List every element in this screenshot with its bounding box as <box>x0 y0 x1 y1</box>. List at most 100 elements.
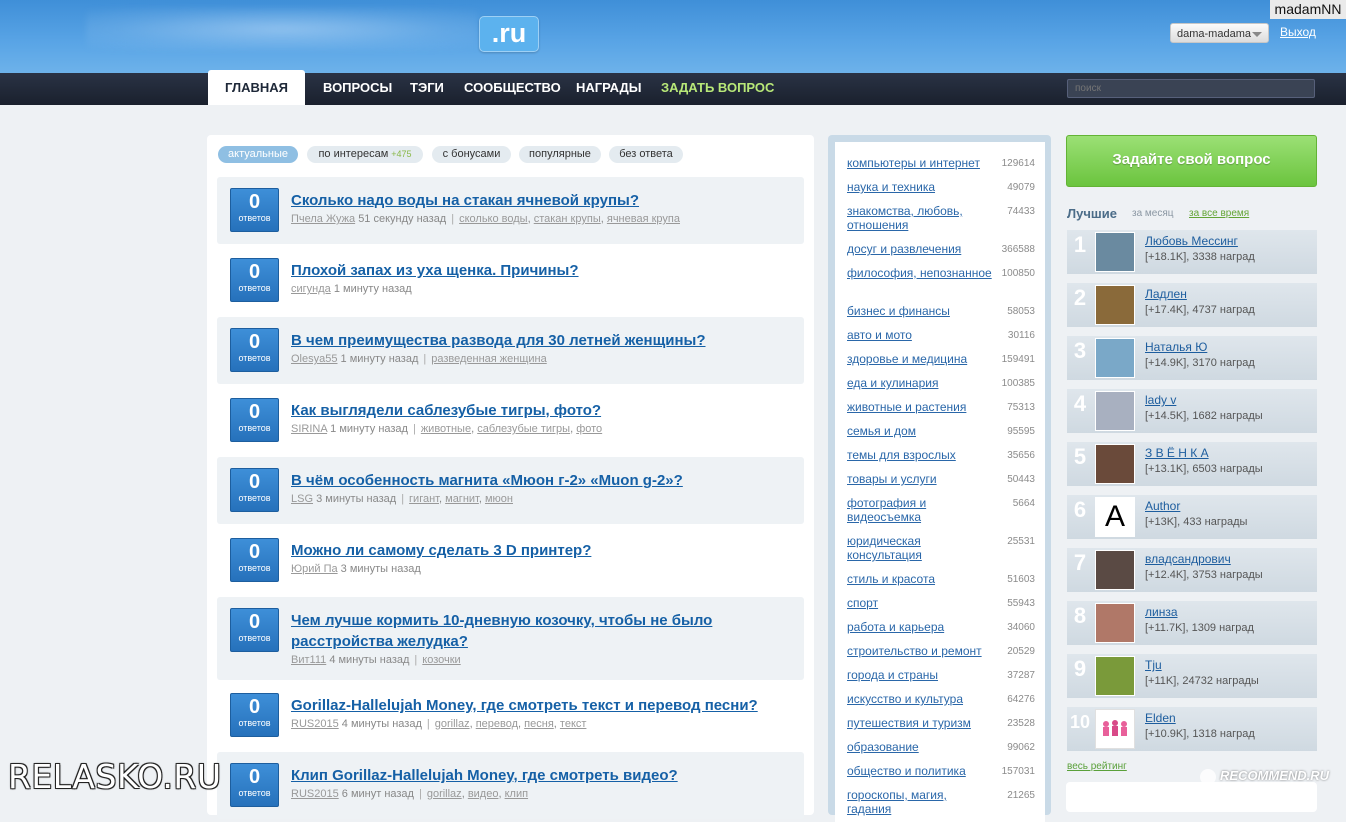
question-author-link[interactable]: Юрий Па <box>291 563 338 575</box>
question-author-link[interactable]: сигунда <box>291 283 331 295</box>
filter-tab-unanswered[interactable]: без ответа <box>609 146 683 163</box>
question-tag-link[interactable]: животные <box>421 423 471 435</box>
category-link[interactable]: бизнес и финансы <box>847 304 992 318</box>
category-link[interactable]: животные и растения <box>847 400 992 414</box>
leader-name-link[interactable]: Любовь Мессинг <box>1145 234 1238 248</box>
search-input[interactable] <box>1067 79 1315 98</box>
category-link[interactable]: работа и карьера <box>847 620 992 634</box>
question-title-link[interactable]: Клип Gorillaz-Hallelujah Money, где смот… <box>291 765 791 786</box>
question-author-link[interactable]: RUS2015 <box>291 718 339 730</box>
full-rating-link[interactable]: весь рейтинг <box>1067 761 1127 772</box>
leader-name-link[interactable]: lady v <box>1145 393 1176 407</box>
answer-count-box[interactable]: 0 ответов <box>230 468 279 512</box>
category-link[interactable]: наука и техника <box>847 180 992 194</box>
question-tag-link[interactable]: магнит <box>445 493 479 505</box>
category-link[interactable]: юридическая консультация <box>847 534 992 562</box>
question-tag-link[interactable]: песня <box>524 718 554 730</box>
avatar[interactable] <box>1095 232 1135 272</box>
question-tag-link[interactable]: клип <box>505 788 528 800</box>
question-tag-link[interactable]: ячневая крупа <box>607 213 680 225</box>
avatar[interactable] <box>1095 656 1135 696</box>
question-title-link[interactable]: В чём особенность магнита «Мюон г-2» «Mu… <box>291 470 791 491</box>
question-author-link[interactable]: SIRINA <box>291 423 327 435</box>
logout-link[interactable]: Выход <box>1280 25 1316 39</box>
avatar[interactable] <box>1095 285 1135 325</box>
answer-count-box[interactable]: 0 ответов <box>230 328 279 372</box>
avatar[interactable] <box>1095 338 1135 378</box>
question-tag-link[interactable]: гигант <box>409 493 439 505</box>
category-link[interactable]: путешествия и туризм <box>847 716 992 730</box>
answer-count-box[interactable]: 0 ответов <box>230 188 279 232</box>
leader-name-link[interactable]: владсандрович <box>1145 552 1231 566</box>
category-link[interactable]: досуг и развлечения <box>847 242 992 256</box>
category-link[interactable]: компьютеры и интернет <box>847 156 992 170</box>
category-link[interactable]: здоровье и медицина <box>847 352 992 366</box>
question-title-link[interactable]: Чем лучше кормить 10-дневную козочку, чт… <box>291 610 791 652</box>
question-tag-link[interactable]: видео <box>468 788 499 800</box>
leader-name-link[interactable]: Elden <box>1145 711 1176 725</box>
period-all-time-link[interactable]: за все время <box>1189 208 1249 219</box>
answer-count-box[interactable]: 0 ответов <box>230 693 279 737</box>
question-tag-link[interactable]: gorillaz <box>435 718 470 730</box>
user-menu-dropdown[interactable]: dama-madama <box>1170 23 1269 43</box>
leader-name-link[interactable]: Наталья Ю <box>1145 340 1207 354</box>
leader-name-link[interactable]: Ладлен <box>1145 287 1187 301</box>
question-title-link[interactable]: В чем преимущества развода для 30 летней… <box>291 330 791 351</box>
nav-tab-questions[interactable]: Вопросы <box>323 73 392 105</box>
question-tag-link[interactable]: gorillaz <box>427 788 462 800</box>
question-author-link[interactable]: RUS2015 <box>291 788 339 800</box>
category-link[interactable]: гороскопы, магия, гадания <box>847 788 992 816</box>
question-title-link[interactable]: Сколько надо воды на стакан ячневой круп… <box>291 190 791 211</box>
avatar[interactable] <box>1095 603 1135 643</box>
question-tag-link[interactable]: разведенная женщина <box>431 353 547 365</box>
answer-count-box[interactable]: 0 ответов <box>230 258 279 302</box>
category-link[interactable]: знакомства, любовь, отношения <box>847 204 992 232</box>
question-author-link[interactable]: Olesya55 <box>291 353 337 365</box>
question-title-link[interactable]: Gorillaz-Hallelujah Money, где смотреть … <box>291 695 791 716</box>
avatar[interactable] <box>1095 444 1135 484</box>
question-title-link[interactable]: Как выглядели саблезубые тигры, фото? <box>291 400 791 421</box>
question-title-link[interactable]: Плохой запах из уха щенка. Причины? <box>291 260 791 281</box>
filter-tab-actual[interactable]: актуальные <box>218 146 298 163</box>
category-link[interactable]: искусство и культура <box>847 692 992 706</box>
category-link[interactable]: строительство и ремонт <box>847 644 992 658</box>
question-tag-link[interactable]: фото <box>576 423 602 435</box>
logo-blurred[interactable] <box>86 8 478 50</box>
question-tag-link[interactable]: перевод <box>476 718 518 730</box>
filter-tab-popular[interactable]: популярные <box>519 146 601 163</box>
question-author-link[interactable]: Пчела Жужа <box>291 213 355 225</box>
leader-name-link[interactable]: З В Ё Н К А <box>1145 446 1209 460</box>
avatar[interactable] <box>1095 391 1135 431</box>
answer-count-box[interactable]: 0 ответов <box>230 608 279 652</box>
category-link[interactable]: философия, непознанное <box>847 266 992 280</box>
category-link[interactable]: авто и мото <box>847 328 992 342</box>
avatar[interactable] <box>1095 550 1135 590</box>
question-title-link[interactable]: Можно ли самому сделать 3 D принтер? <box>291 540 791 561</box>
nav-tab-community[interactable]: Сообщество <box>464 73 561 105</box>
filter-tab-interests[interactable]: по интересам +475 <box>307 146 423 163</box>
question-tag-link[interactable]: козочки <box>422 654 460 666</box>
answer-count-box[interactable]: 0 ответов <box>230 398 279 442</box>
question-tag-link[interactable]: сколько воды <box>459 213 528 225</box>
question-author-link[interactable]: Вит111 <box>291 654 326 666</box>
nav-tab-ask[interactable]: Задать вопрос <box>661 73 774 105</box>
category-link[interactable]: образование <box>847 740 992 754</box>
category-link[interactable]: спорт <box>847 596 992 610</box>
nav-tab-home[interactable]: Главная <box>208 70 305 105</box>
category-link[interactable]: фотография и видеосъемка <box>847 496 992 524</box>
category-link[interactable]: еда и кулинария <box>847 376 992 390</box>
answer-count-box[interactable]: 0 ответов <box>230 763 279 807</box>
question-tag-link[interactable]: мюон <box>485 493 513 505</box>
period-month[interactable]: за месяц <box>1132 208 1174 219</box>
category-link[interactable]: стиль и красота <box>847 572 992 586</box>
question-author-link[interactable]: LSG <box>291 493 313 505</box>
nav-tab-awards[interactable]: Награды <box>576 73 642 105</box>
category-link[interactable]: семья и дом <box>847 424 992 438</box>
leader-name-link[interactable]: линза <box>1145 605 1178 619</box>
category-link[interactable]: общество и политика <box>847 764 992 778</box>
filter-tab-bonus[interactable]: с бонусами <box>432 146 511 163</box>
question-tag-link[interactable]: стакан крупы <box>534 213 601 225</box>
category-link[interactable]: темы для взрослых <box>847 448 992 462</box>
question-tag-link[interactable]: саблезубые тигры <box>477 423 570 435</box>
logo-tld[interactable]: .ru <box>479 16 539 52</box>
